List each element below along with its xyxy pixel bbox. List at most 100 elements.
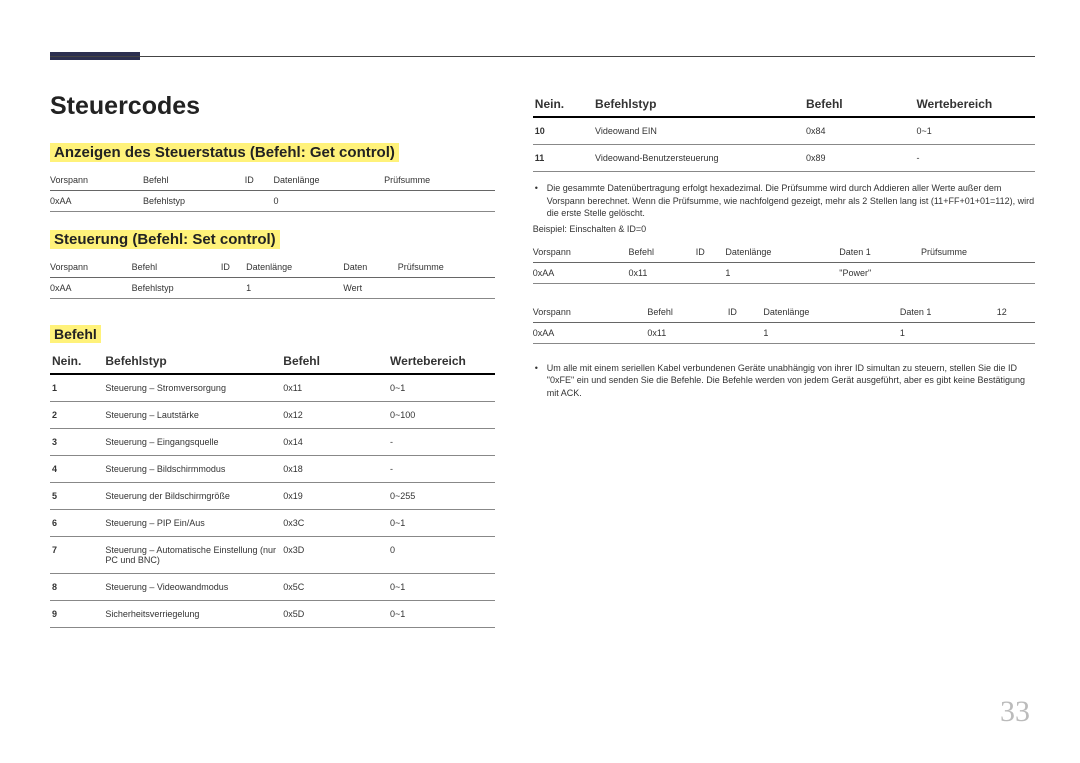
th: ID (696, 242, 726, 263)
td: 0x18 (281, 456, 388, 483)
td: Sicherheitsverriegelung (103, 601, 281, 628)
td (696, 262, 726, 283)
th-type: Befehlstyp (593, 92, 804, 117)
table-row: 7Steuerung – Automatische Einstellung (n… (50, 537, 495, 574)
td: 0x3D (281, 537, 388, 574)
table-row: 6Steuerung – PIP Ein/Aus0x3C0~1 (50, 510, 495, 537)
td: 0x19 (281, 483, 388, 510)
td: 9 (50, 601, 103, 628)
td: 0x89 (804, 145, 914, 172)
table-row: 9Sicherheitsverriegelung0x5D0~1 (50, 601, 495, 628)
th: Befehl (647, 302, 728, 323)
td: 0 (274, 191, 385, 212)
td: 6 (50, 510, 103, 537)
th: ID (728, 302, 763, 323)
td: - (388, 429, 495, 456)
td (245, 191, 274, 212)
note-list-1: Die gesammte Datenübertragung erfolgt he… (533, 182, 1035, 220)
td: 0x11 (647, 322, 728, 343)
td: 0 (388, 537, 495, 574)
td: Videowand EIN (593, 117, 804, 145)
th: Prüfsumme (398, 257, 495, 278)
td: 4 (50, 456, 103, 483)
right-column: Nein. Befehlstyp Befehl Wertebereich 10V… (523, 92, 1035, 628)
td (997, 322, 1035, 343)
td (921, 262, 1035, 283)
td: 1 (246, 278, 343, 299)
td: Steuerung der Bildschirmgröße (103, 483, 281, 510)
td: Wert (343, 278, 397, 299)
td: 1 (725, 262, 839, 283)
th: Vorspann (533, 302, 648, 323)
td: 0~1 (388, 510, 495, 537)
td: Steuerung – Lautstärke (103, 402, 281, 429)
th: ID (221, 257, 246, 278)
set-control-table: Vorspann Befehl ID Datenlänge Daten Prüf… (50, 257, 495, 299)
note-item: Um alle mit einem seriellen Kabel verbun… (547, 362, 1035, 400)
td (398, 278, 495, 299)
th-range: Wertebereich (388, 349, 495, 374)
page-content: Steuercodes Anzeigen des Steuerstatus (B… (50, 92, 1035, 628)
th: Befehl (132, 257, 221, 278)
th: 12 (997, 302, 1035, 323)
td: Befehlstyp (143, 191, 245, 212)
th: Befehl (629, 242, 696, 263)
page-number: 33 (1000, 695, 1030, 729)
td: 0~1 (388, 601, 495, 628)
td: 0~1 (914, 117, 1035, 145)
td-power: "Power" (839, 262, 921, 283)
th: Prüfsumme (921, 242, 1035, 263)
td: 5 (50, 483, 103, 510)
td: 7 (50, 537, 103, 574)
command-table-right: Nein. Befehlstyp Befehl Wertebereich 10V… (533, 92, 1035, 172)
td: 1 (900, 322, 997, 343)
td: 0x11 (629, 262, 696, 283)
example-table-2: Vorspann Befehl ID Datenlänge Daten 1 12… (533, 302, 1035, 344)
th: Daten (343, 257, 397, 278)
th-no: Nein. (533, 92, 593, 117)
td: 0~1 (388, 374, 495, 402)
th-range: Wertebereich (914, 92, 1035, 117)
th-no: Nein. (50, 349, 103, 374)
example-table-1: Vorspann Befehl ID Datenlänge Daten 1 Pr… (533, 242, 1035, 284)
th: Daten 1 (839, 242, 921, 263)
th: Datenlänge (246, 257, 343, 278)
table-row: 5Steuerung der Bildschirmgröße0x190~255 (50, 483, 495, 510)
td: Videowand-Benutzersteuerung (593, 145, 804, 172)
table-row: 8Steuerung – Videowandmodus0x5C0~1 (50, 574, 495, 601)
th: Daten 1 (900, 302, 997, 323)
table-row: 2Steuerung – Lautstärke0x120~100 (50, 402, 495, 429)
td: 0~255 (388, 483, 495, 510)
table-row: 11Videowand-Benutzersteuerung0x89- (533, 145, 1035, 172)
header-divider (50, 56, 1035, 57)
td: 11 (533, 145, 593, 172)
td: 2 (50, 402, 103, 429)
th: Vorspann (533, 242, 629, 263)
td: Steuerung – Bildschirmmodus (103, 456, 281, 483)
section-heading-get-control: Anzeigen des Steuerstatus (Befehl: Get c… (50, 143, 399, 162)
th: Datenlänge (763, 302, 899, 323)
td: Befehlstyp (132, 278, 221, 299)
th: Vorspann (50, 257, 132, 278)
td: 0~100 (388, 402, 495, 429)
td: 3 (50, 429, 103, 456)
td: 0x3C (281, 510, 388, 537)
td (221, 278, 246, 299)
left-column: Steuercodes Anzeigen des Steuerstatus (B… (50, 92, 523, 628)
th: Prüfsumme (384, 170, 495, 191)
th: Befehl (143, 170, 245, 191)
get-control-table: Vorspann Befehl ID Datenlänge Prüfsumme … (50, 170, 495, 212)
th-cmd: Befehl (804, 92, 914, 117)
td: 0x5C (281, 574, 388, 601)
th: Datenlänge (274, 170, 385, 191)
th: Vorspann (50, 170, 143, 191)
note-list-2: Um alle mit einem seriellen Kabel verbun… (533, 362, 1035, 400)
td: 0x84 (804, 117, 914, 145)
td: 8 (50, 574, 103, 601)
td: 0xAA (533, 322, 648, 343)
table-row: 10Videowand EIN0x840~1 (533, 117, 1035, 145)
td: 1 (50, 374, 103, 402)
table-row: 1Steuerung – Stromversorgung0x110~1 (50, 374, 495, 402)
td: 0xAA (50, 278, 132, 299)
th-type: Befehlstyp (103, 349, 281, 374)
